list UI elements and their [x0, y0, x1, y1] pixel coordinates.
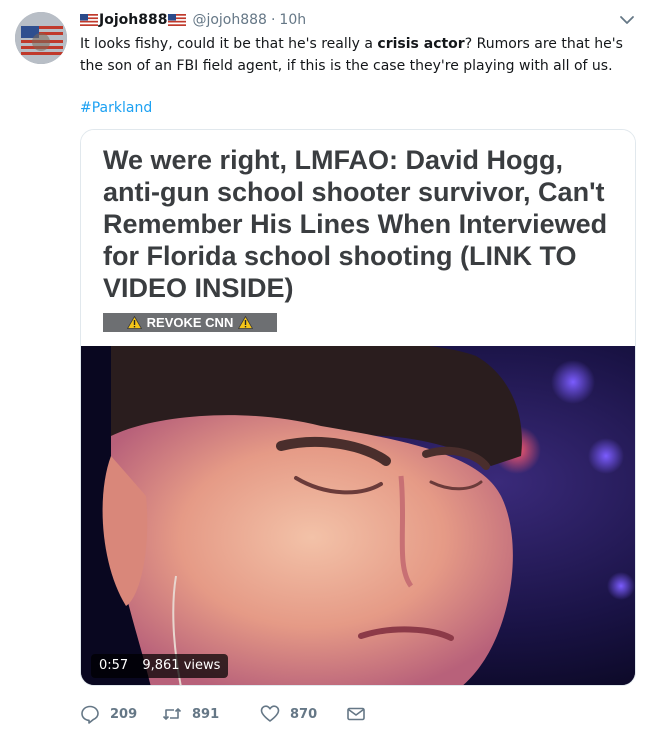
us-flag-icon [168, 14, 187, 26]
card-header-image: We were right, LMFAO: David Hogg, anti-g… [81, 130, 635, 346]
tweet-header: Jojoh888 @jojoh888 · 10h [80, 10, 306, 30]
video-views: 9,861 views [142, 658, 221, 673]
video-stats-badge: 0:57 9,861 views [91, 654, 229, 678]
warning-icon [126, 316, 142, 329]
display-name[interactable]: Jojoh888 [99, 12, 167, 28]
reply-icon [81, 705, 99, 724]
chevron-down-icon[interactable] [619, 12, 635, 28]
avatar[interactable] [15, 12, 67, 64]
heart-icon [260, 705, 280, 722]
media-card[interactable]: We were right, LMFAO: David Hogg, anti-g… [80, 129, 636, 686]
warning-icon [238, 316, 254, 329]
separator: · [270, 12, 276, 28]
hashtag-link[interactable]: #Parkland [80, 98, 152, 118]
revoke-banner: REVOKE CNN [103, 313, 277, 332]
direct-message-button[interactable] [346, 704, 366, 724]
like-count: 870 [290, 706, 318, 722]
card-headline: We were right, LMFAO: David Hogg, anti-g… [103, 145, 608, 303]
tweet-actions: 209 891 870 [80, 703, 366, 725]
user-handle[interactable]: @jojoh888 [192, 12, 267, 28]
timestamp[interactable]: 10h [279, 12, 306, 28]
tweet-text-part: It looks fishy, could it be that he's re… [80, 36, 378, 52]
tweet-text-bold: crisis actor [377, 36, 465, 52]
video-player[interactable]: 0:57 9,861 views [81, 346, 635, 685]
tweet-text: It looks fishy, could it be that he's re… [80, 33, 635, 77]
tweet[interactable]: Jojoh888 @jojoh888 · 10h It looks fishy,… [0, 0, 652, 731]
revoke-banner-text: REVOKE CNN [146, 315, 234, 330]
retweet-button[interactable]: 891 [162, 704, 260, 724]
video-frame [81, 346, 635, 685]
reply-count: 209 [110, 706, 138, 722]
video-duration: 0:57 [99, 658, 129, 673]
envelope-icon [347, 707, 365, 721]
us-flag-icon [80, 14, 98, 26]
retweet-count: 891 [192, 706, 220, 722]
reply-button[interactable]: 209 [80, 704, 162, 724]
retweet-icon [162, 708, 182, 720]
like-button[interactable]: 870 [260, 704, 346, 724]
